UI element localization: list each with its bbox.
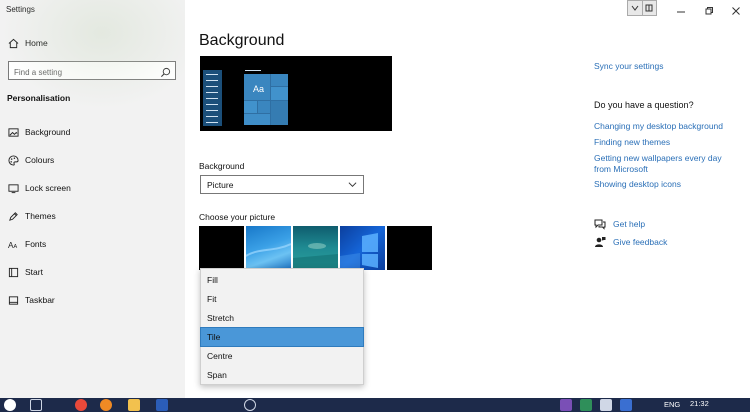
- question-heading: Do you have a question?: [594, 100, 694, 110]
- help-link-finding-themes[interactable]: Finding new themes: [594, 137, 670, 148]
- help-link-new-wallpapers[interactable]: Getting new wallpapers every day from Mi…: [594, 153, 729, 175]
- picture-thumbnail[interactable]: [340, 226, 385, 270]
- tray-app-icon[interactable]: [620, 399, 632, 411]
- get-help-label: Get help: [613, 219, 646, 229]
- down-arrow-icon[interactable]: [628, 1, 643, 15]
- give-feedback-link[interactable]: Give feedback: [594, 236, 667, 248]
- sidebar-item-themes[interactable]: Themes: [0, 205, 185, 227]
- word-icon[interactable]: [156, 399, 168, 411]
- language-indicator[interactable]: ENG: [664, 400, 680, 409]
- tray-app-icon[interactable]: [580, 399, 592, 411]
- onenote-icon[interactable]: [560, 399, 572, 411]
- fit-option-stretch[interactable]: Stretch: [201, 309, 363, 327]
- feedback-person-icon: [594, 236, 606, 248]
- section-title: Personalisation: [7, 93, 71, 103]
- sidebar-item-label: Lock screen: [25, 183, 71, 193]
- window-title: Settings: [6, 5, 35, 14]
- sidebar-item-start[interactable]: Start: [0, 261, 185, 283]
- maximize-icon[interactable]: [704, 3, 714, 15]
- fit-option-fill[interactable]: Fill: [201, 271, 363, 289]
- home-nav-item[interactable]: Home: [0, 32, 185, 54]
- sync-settings-link[interactable]: Sync your settings: [594, 61, 663, 72]
- file-explorer-icon[interactable]: [128, 399, 140, 411]
- sidebar-item-label: Taskbar: [25, 295, 55, 305]
- background-label: Background: [199, 161, 245, 171]
- fit-option-fit[interactable]: Fit: [201, 290, 363, 308]
- chat-bubble-icon: [594, 218, 606, 230]
- restore-arrow-icon[interactable]: [643, 1, 657, 15]
- sidebar-item-background[interactable]: Background: [0, 121, 185, 143]
- tray-app-icon[interactable]: [600, 399, 612, 411]
- sidebar-item-label: Background: [25, 127, 71, 137]
- fit-option-centre[interactable]: Centre: [201, 347, 363, 365]
- task-view-icon[interactable]: [30, 399, 42, 411]
- choose-picture-label: Choose your picture: [199, 212, 276, 222]
- get-help-link[interactable]: Get help: [594, 218, 645, 230]
- search-icon[interactable]: [160, 65, 171, 78]
- fonts-icon: AA: [7, 238, 19, 250]
- svg-text:A: A: [13, 244, 17, 250]
- preview-tile-text: Aa: [253, 84, 265, 94]
- close-icon[interactable]: [731, 3, 741, 15]
- taskbar-icon: [7, 294, 19, 306]
- background-type-value: Picture: [207, 179, 234, 190]
- picture-thumbnail[interactable]: [245, 226, 292, 270]
- picture-thumbnail[interactable]: [293, 226, 338, 270]
- clock[interactable]: 21:32: [690, 399, 709, 408]
- start-button-icon[interactable]: [4, 399, 16, 411]
- firefox-icon[interactable]: [100, 399, 112, 411]
- taskbar: ENG 21:32: [0, 398, 750, 412]
- minimize-icon[interactable]: [676, 4, 686, 14]
- chrome-icon[interactable]: [75, 399, 87, 411]
- sidebar-item-fonts[interactable]: AA Fonts: [0, 233, 185, 255]
- desktop-preview: Aa: [200, 56, 392, 131]
- choose-fit-dropdown: Fill Fit Stretch Tile Centre Span: [200, 268, 364, 385]
- help-link-desktop-icons[interactable]: Showing desktop icons: [594, 179, 681, 190]
- sidebar-item-label: Fonts: [25, 239, 47, 249]
- give-feedback-label: Give feedback: [613, 237, 668, 247]
- lock-screen-icon: [7, 182, 19, 194]
- sidebar-item-label: Colours: [25, 155, 55, 165]
- start-icon: [7, 266, 19, 278]
- search-input[interactable]: [9, 64, 154, 81]
- palette-icon: [7, 154, 19, 166]
- sidebar-item-label: Themes: [25, 211, 56, 221]
- search-box[interactable]: [8, 61, 176, 81]
- sidebar-item-colours[interactable]: Colours: [0, 149, 185, 171]
- fit-option-tile[interactable]: Tile: [200, 327, 364, 347]
- themes-icon: [7, 210, 19, 222]
- image-icon: [7, 126, 19, 138]
- fit-option-span[interactable]: Span: [201, 366, 363, 384]
- settings-window: Settings Home Personalisation Background: [0, 0, 750, 398]
- help-link-changing-background[interactable]: Changing my desktop background: [594, 121, 723, 132]
- home-icon: [7, 37, 19, 49]
- sidebar: Settings Home Personalisation Background: [0, 0, 185, 398]
- home-label: Home: [25, 38, 48, 48]
- background-type-select[interactable]: Picture: [200, 175, 364, 194]
- sidebar-item-taskbar[interactable]: Taskbar: [0, 289, 185, 311]
- page-title: Background: [199, 32, 285, 49]
- overlay-buttons: [627, 0, 657, 16]
- sidebar-item-label: Start: [25, 267, 43, 277]
- picture-thumbnail[interactable]: [387, 226, 432, 270]
- sidebar-item-lock-screen[interactable]: Lock screen: [0, 177, 185, 199]
- settings-gear-icon[interactable]: [244, 399, 256, 411]
- picture-thumbnail[interactable]: [199, 226, 244, 270]
- chevron-down-icon: [348, 180, 357, 191]
